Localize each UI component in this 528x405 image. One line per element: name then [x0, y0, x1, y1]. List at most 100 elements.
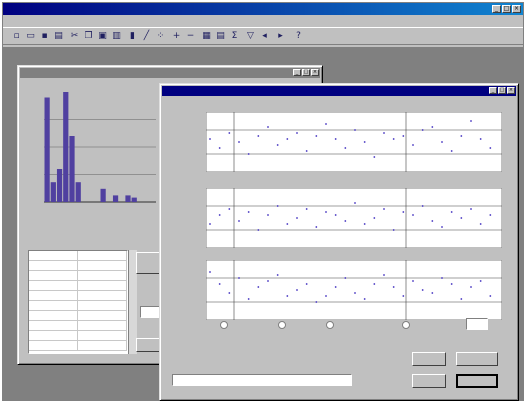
grid-icon[interactable]: ▦ [201, 31, 212, 42]
app-titlebar: _ □ × [3, 3, 523, 15]
timeseries-window-titlebar[interactable]: _ □ × [162, 86, 516, 96]
arrow-left-icon[interactable]: ◂ [259, 31, 270, 42]
bottom-text-input[interactable] [172, 374, 352, 386]
series-point [296, 132, 298, 134]
menu-item-3[interactable] [53, 16, 67, 26]
series-point [218, 214, 221, 216]
series-point [354, 129, 356, 131]
app-window: _ □ × ▫ ▭ ▪ ▤ ✂ ❐ ▣ ▥ ▮ ╱ ⁘ + − ▦ ▤ Σ ▽ ◂ ▸? _ □ × [2, 2, 524, 401]
spin-input[interactable] [466, 318, 488, 330]
table-icon[interactable]: ▤ [215, 31, 226, 42]
cut-icon[interactable]: ✂ [69, 31, 80, 42]
series-point [209, 223, 211, 225]
series-point [257, 286, 260, 288]
series-point [247, 153, 250, 155]
bar-icon[interactable]: ▮ [127, 31, 138, 42]
histogram-chart [44, 92, 156, 203]
series-point [286, 223, 289, 225]
menu-item-4[interactable] [75, 16, 89, 26]
series-point [228, 208, 231, 210]
new-icon[interactable]: ▫ [11, 31, 22, 42]
series-point [267, 126, 269, 128]
menu-item-7[interactable] [141, 16, 155, 26]
histogram-window-titlebar[interactable]: _ □ × [20, 68, 320, 78]
series-point [489, 214, 492, 216]
table-row[interactable] [29, 291, 127, 301]
chart-icon[interactable]: ▥ [111, 31, 122, 42]
series-point [373, 283, 376, 285]
timeseries-maximize-button[interactable]: □ [498, 87, 506, 94]
table-row[interactable] [29, 311, 127, 321]
arrow-right-icon[interactable]: ▸ [275, 31, 286, 42]
histogram-close-button[interactable]: × [311, 69, 319, 76]
open-icon[interactable]: ▭ [25, 31, 36, 42]
action-button-b[interactable] [456, 352, 498, 366]
timeseries-panel-2 [206, 188, 502, 248]
series-point [334, 138, 337, 140]
zoom-out-icon[interactable]: − [185, 31, 196, 42]
series-point [450, 283, 453, 285]
series-point [257, 135, 260, 137]
table-row[interactable] [29, 271, 127, 281]
series-point [470, 208, 472, 210]
series-point [209, 271, 211, 273]
help-icon[interactable]: ? [293, 31, 304, 42]
maximize-button[interactable]: □ [502, 5, 511, 13]
table-cell [29, 261, 78, 270]
action-button-a[interactable] [412, 352, 446, 366]
series-point [373, 217, 376, 219]
series-point [383, 208, 385, 210]
line-icon[interactable]: ╱ [141, 31, 152, 42]
copy-icon[interactable]: ❐ [83, 31, 94, 42]
save-icon[interactable]: ▪ [39, 31, 50, 42]
histogram-minimize-button[interactable]: _ [293, 69, 301, 76]
filter-icon[interactable]: ▽ [245, 31, 256, 42]
table-cell [78, 271, 127, 280]
table-cell [78, 251, 127, 260]
close-button[interactable]: × [512, 5, 521, 13]
table-row[interactable] [29, 341, 127, 351]
minimize-button[interactable]: _ [492, 5, 501, 13]
action-button-c[interactable] [412, 374, 446, 388]
table-cell [29, 271, 78, 280]
option-radio[interactable] [326, 321, 334, 329]
histogram-bar [56, 169, 63, 202]
action-button-d[interactable] [456, 374, 498, 388]
print-icon[interactable]: ▤ [53, 31, 64, 42]
series-point [276, 144, 279, 146]
data-table[interactable] [28, 250, 128, 354]
histogram-maximize-button[interactable]: □ [302, 69, 310, 76]
table-row[interactable] [29, 321, 127, 331]
menu-item-2[interactable] [31, 16, 45, 26]
series-point [325, 123, 327, 125]
table-row[interactable] [29, 251, 127, 261]
table-row[interactable] [29, 301, 127, 311]
series-point [354, 202, 356, 204]
series-point [431, 220, 434, 222]
series-point [402, 211, 405, 213]
paste-icon[interactable]: ▣ [97, 31, 108, 42]
option-radio[interactable] [220, 321, 228, 329]
timeseries-minimize-button[interactable]: _ [489, 87, 497, 94]
option-radio[interactable] [402, 321, 410, 329]
panel-background [206, 260, 502, 320]
table-row[interactable] [29, 261, 127, 271]
stats-icon[interactable]: Σ [229, 31, 240, 42]
menu-item-5[interactable] [97, 16, 111, 26]
option-radio[interactable] [278, 321, 286, 329]
histogram-bar [50, 182, 56, 202]
menu-item-1[interactable] [9, 16, 23, 26]
scatter-icon[interactable]: ⁘ [155, 31, 166, 42]
zoom-in-icon[interactable]: + [171, 31, 182, 42]
series-point [392, 286, 395, 288]
table-row[interactable] [29, 281, 127, 291]
menu-item-6[interactable] [119, 16, 133, 26]
table-row[interactable] [29, 331, 127, 341]
series-point [383, 132, 385, 134]
series-point [402, 135, 405, 137]
table-cell [78, 291, 127, 300]
series-point [421, 129, 424, 131]
series-point [218, 147, 221, 149]
histogram-bar [131, 197, 137, 202]
timeseries-close-button[interactable]: × [507, 87, 515, 94]
